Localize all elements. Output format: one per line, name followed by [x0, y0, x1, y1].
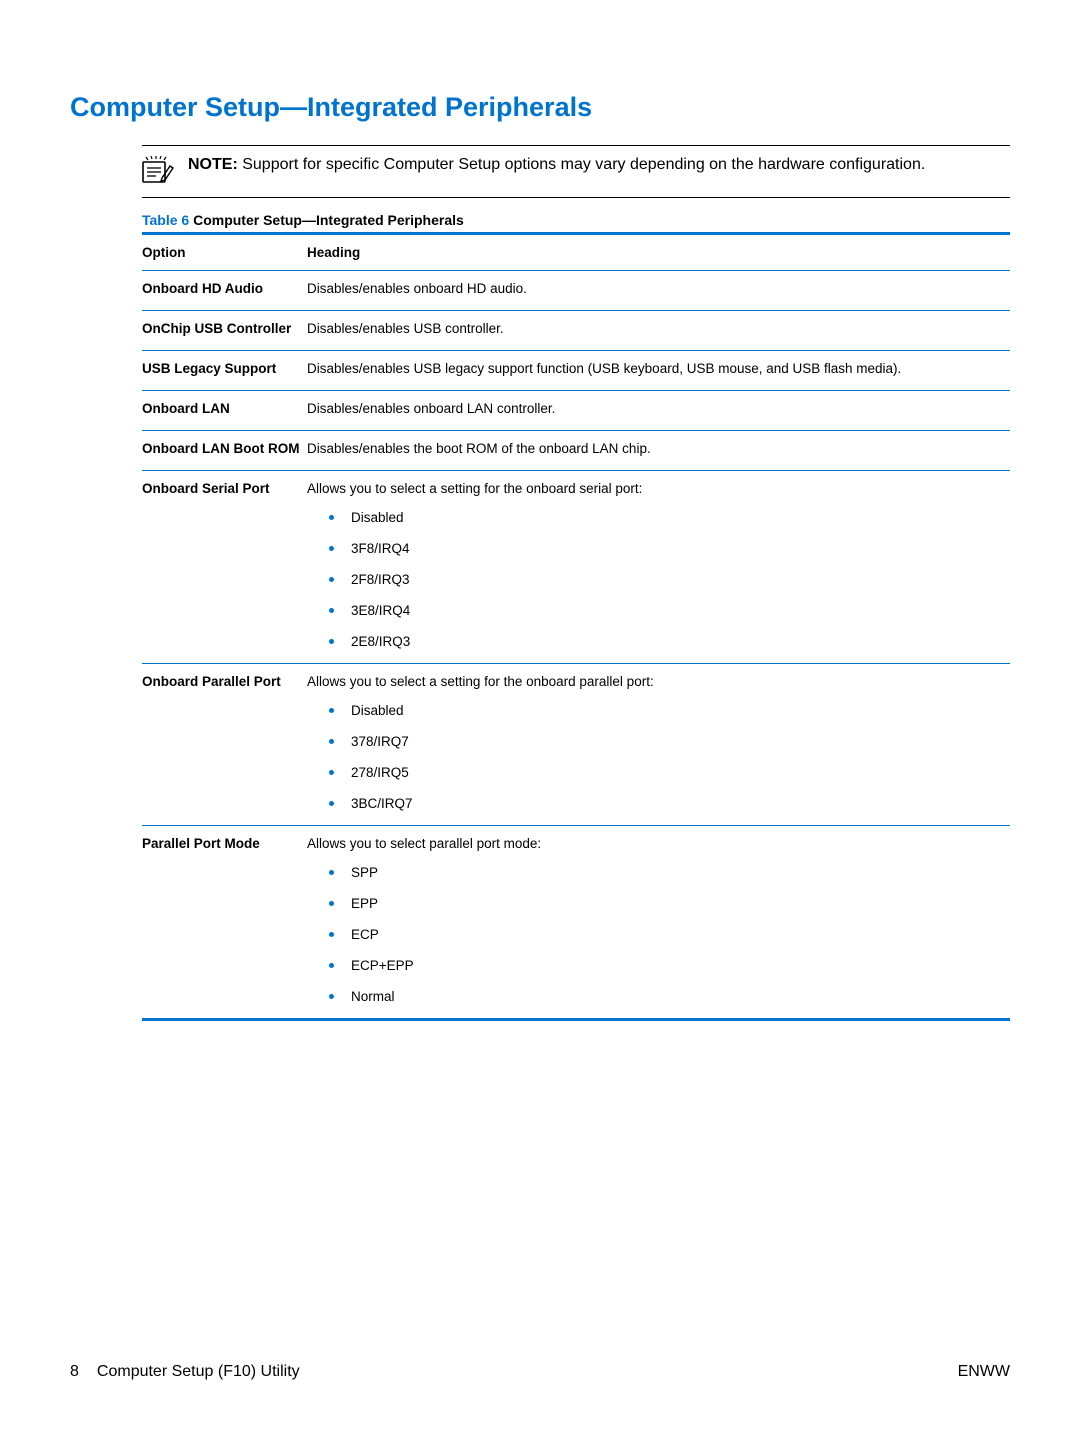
list-item: SPP [329, 865, 1004, 880]
page-footer: 8 Computer Setup (F10) Utility ENWW [70, 1363, 1010, 1381]
option-cell: OnChip USB Controller [142, 311, 307, 351]
table-row: USB Legacy SupportDisables/enables USB l… [142, 351, 1010, 391]
footer-section: Computer Setup (F10) Utility [97, 1363, 300, 1381]
table-row: Onboard Parallel PortAllows you to selec… [142, 664, 1010, 826]
table-row: Onboard HD AudioDisables/enables onboard… [142, 271, 1010, 311]
list-item: EPP [329, 896, 1004, 911]
heading-cell: Disables/enables USB legacy support func… [307, 351, 1010, 391]
page-number: 8 [70, 1363, 79, 1381]
option-list: SPP EPP ECP ECP+EPP Normal [329, 865, 1004, 1004]
list-item: 3E8/IRQ4 [329, 603, 1004, 618]
heading-cell: Allows you to select a setting for the o… [307, 471, 1010, 664]
table-caption: Table 6 Computer Setup—Integrated Periph… [142, 212, 1010, 228]
list-item: 3F8/IRQ4 [329, 541, 1004, 556]
list-item: ECP [329, 927, 1004, 942]
option-list: Disabled 3F8/IRQ4 2F8/IRQ3 3E8/IRQ4 2E8/IRQ3 [329, 510, 1004, 649]
description-text: Disables/enables USB legacy support func… [307, 361, 1004, 376]
list-item: 2F8/IRQ3 [329, 572, 1004, 587]
description-text: Disables/enables onboard LAN controller. [307, 401, 1004, 416]
option-cell: Onboard LAN Boot ROM [142, 431, 307, 471]
description-text: Disables/enables USB controller. [307, 321, 1004, 336]
option-cell: Onboard LAN [142, 391, 307, 431]
note-text: NOTE: Support for specific Computer Setu… [188, 154, 925, 176]
description-text: Allows you to select a setting for the o… [307, 674, 1004, 689]
list-item: 3BC/IRQ7 [329, 796, 1004, 811]
table-row: Onboard LAN Boot ROMDisables/enables the… [142, 431, 1010, 471]
table-row: Onboard LANDisables/enables onboard LAN … [142, 391, 1010, 431]
note-body: Support for specific Computer Setup opti… [242, 156, 925, 173]
option-cell: Onboard HD Audio [142, 271, 307, 311]
heading-cell: Disables/enables onboard HD audio. [307, 271, 1010, 311]
note-label: NOTE: [188, 156, 238, 173]
list-item: Normal [329, 989, 1004, 1004]
footer-right: ENWW [958, 1363, 1010, 1381]
description-text: Allows you to select parallel port mode: [307, 836, 1004, 851]
table-row: OnChip USB ControllerDisables/enables US… [142, 311, 1010, 351]
table-row: Onboard Serial PortAllows you to select … [142, 471, 1010, 664]
option-list: Disabled 378/IRQ7 278/IRQ5 3BC/IRQ7 [329, 703, 1004, 811]
col-option: Option [142, 234, 307, 271]
heading-cell: Allows you to select a setting for the o… [307, 664, 1010, 826]
option-cell: Onboard Parallel Port [142, 664, 307, 826]
list-item: 278/IRQ5 [329, 765, 1004, 780]
note-icon [142, 156, 174, 189]
list-item: Disabled [329, 510, 1004, 525]
table-caption-text: Computer Setup—Integrated Peripherals [189, 212, 464, 228]
peripherals-table: Option Heading Onboard HD AudioDisables/… [142, 232, 1010, 1021]
note-block: NOTE: Support for specific Computer Setu… [142, 145, 1010, 198]
table-row: Parallel Port ModeAllows you to select p… [142, 826, 1010, 1020]
description-text: Disables/enables onboard HD audio. [307, 281, 1004, 296]
list-item: 378/IRQ7 [329, 734, 1004, 749]
option-cell: Onboard Serial Port [142, 471, 307, 664]
heading-cell: Disables/enables USB controller. [307, 311, 1010, 351]
page-title: Computer Setup—Integrated Peripherals [70, 92, 1010, 123]
description-text: Allows you to select a setting for the o… [307, 481, 1004, 496]
description-text: Disables/enables the boot ROM of the onb… [307, 441, 1004, 456]
heading-cell: Disables/enables the boot ROM of the onb… [307, 431, 1010, 471]
heading-cell: Allows you to select parallel port mode:… [307, 826, 1010, 1020]
table-caption-prefix: Table 6 [142, 212, 189, 228]
col-heading: Heading [307, 234, 1010, 271]
option-cell: Parallel Port Mode [142, 826, 307, 1020]
list-item: Disabled [329, 703, 1004, 718]
list-item: 2E8/IRQ3 [329, 634, 1004, 649]
list-item: ECP+EPP [329, 958, 1004, 973]
heading-cell: Disables/enables onboard LAN controller. [307, 391, 1010, 431]
option-cell: USB Legacy Support [142, 351, 307, 391]
